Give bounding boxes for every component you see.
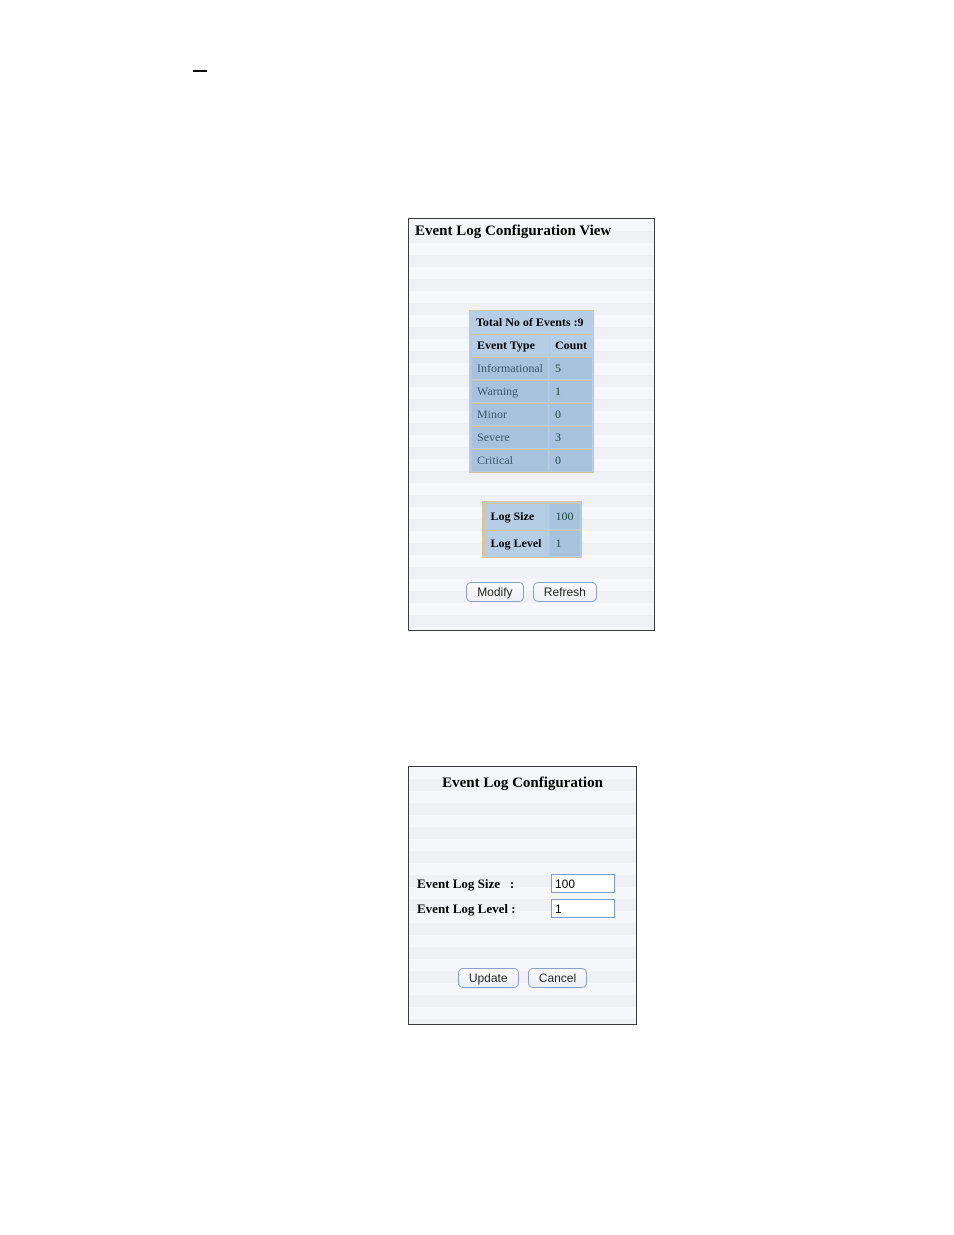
log-level-value: 1 — [549, 530, 580, 556]
event-log-config-edit-panel: Event Log Configuration Event Log Size :… — [408, 766, 637, 1025]
table-row: Warning 1 — [471, 380, 592, 402]
event-count-cell: 1 — [549, 380, 592, 402]
event-log-config-view-panel: Event Log Configuration View Total No of… — [408, 218, 655, 631]
cancel-button[interactable]: Cancel — [528, 968, 587, 988]
table-row: Minor 0 — [471, 403, 592, 425]
col-count: Count — [549, 334, 592, 356]
event-count-cell: 5 — [549, 357, 592, 379]
event-log-level-row: Event Log Level : — [417, 899, 628, 918]
event-type-cell: Informational — [471, 357, 548, 379]
col-event-type: Event Type — [471, 334, 548, 356]
event-log-level-label: Event Log Level : — [417, 901, 551, 917]
event-count-cell: 0 — [549, 449, 592, 471]
decorative-dash — [193, 70, 207, 72]
event-count-cell: 0 — [549, 403, 592, 425]
log-config-table: Log Size 100 Log Level 1 — [482, 501, 582, 558]
view-button-row: Modify Refresh — [415, 582, 648, 602]
log-level-label: Log Level — [484, 530, 548, 556]
panel-title: Event Log Configuration — [417, 775, 628, 792]
log-size-label: Log Size — [484, 503, 548, 529]
event-type-cell: Warning — [471, 380, 548, 402]
log-size-value: 100 — [549, 503, 580, 529]
edit-button-row: Update Cancel — [417, 968, 628, 988]
modify-button[interactable]: Modify — [466, 582, 523, 602]
event-log-size-label: Event Log Size : — [417, 876, 551, 892]
table-row: Informational 5 — [471, 357, 592, 379]
page: Event Log Configuration View Total No of… — [0, 0, 954, 1235]
refresh-button[interactable]: Refresh — [533, 582, 597, 602]
event-log-level-input[interactable] — [551, 899, 615, 918]
event-log-size-input[interactable] — [551, 874, 615, 893]
table-row: Critical 0 — [471, 449, 592, 471]
update-button[interactable]: Update — [458, 968, 519, 988]
event-type-cell: Minor — [471, 403, 548, 425]
event-log-size-row: Event Log Size : — [417, 874, 628, 893]
table-row: Severe 3 — [471, 426, 592, 448]
event-type-cell: Severe — [471, 426, 548, 448]
total-events-caption: Total No of Events :9 — [471, 312, 592, 333]
event-count-cell: 3 — [549, 426, 592, 448]
event-count-table: Total No of Events :9 Event Type Count I… — [469, 310, 594, 473]
panel-title: Event Log Configuration View — [415, 223, 648, 240]
event-type-cell: Critical — [471, 449, 548, 471]
